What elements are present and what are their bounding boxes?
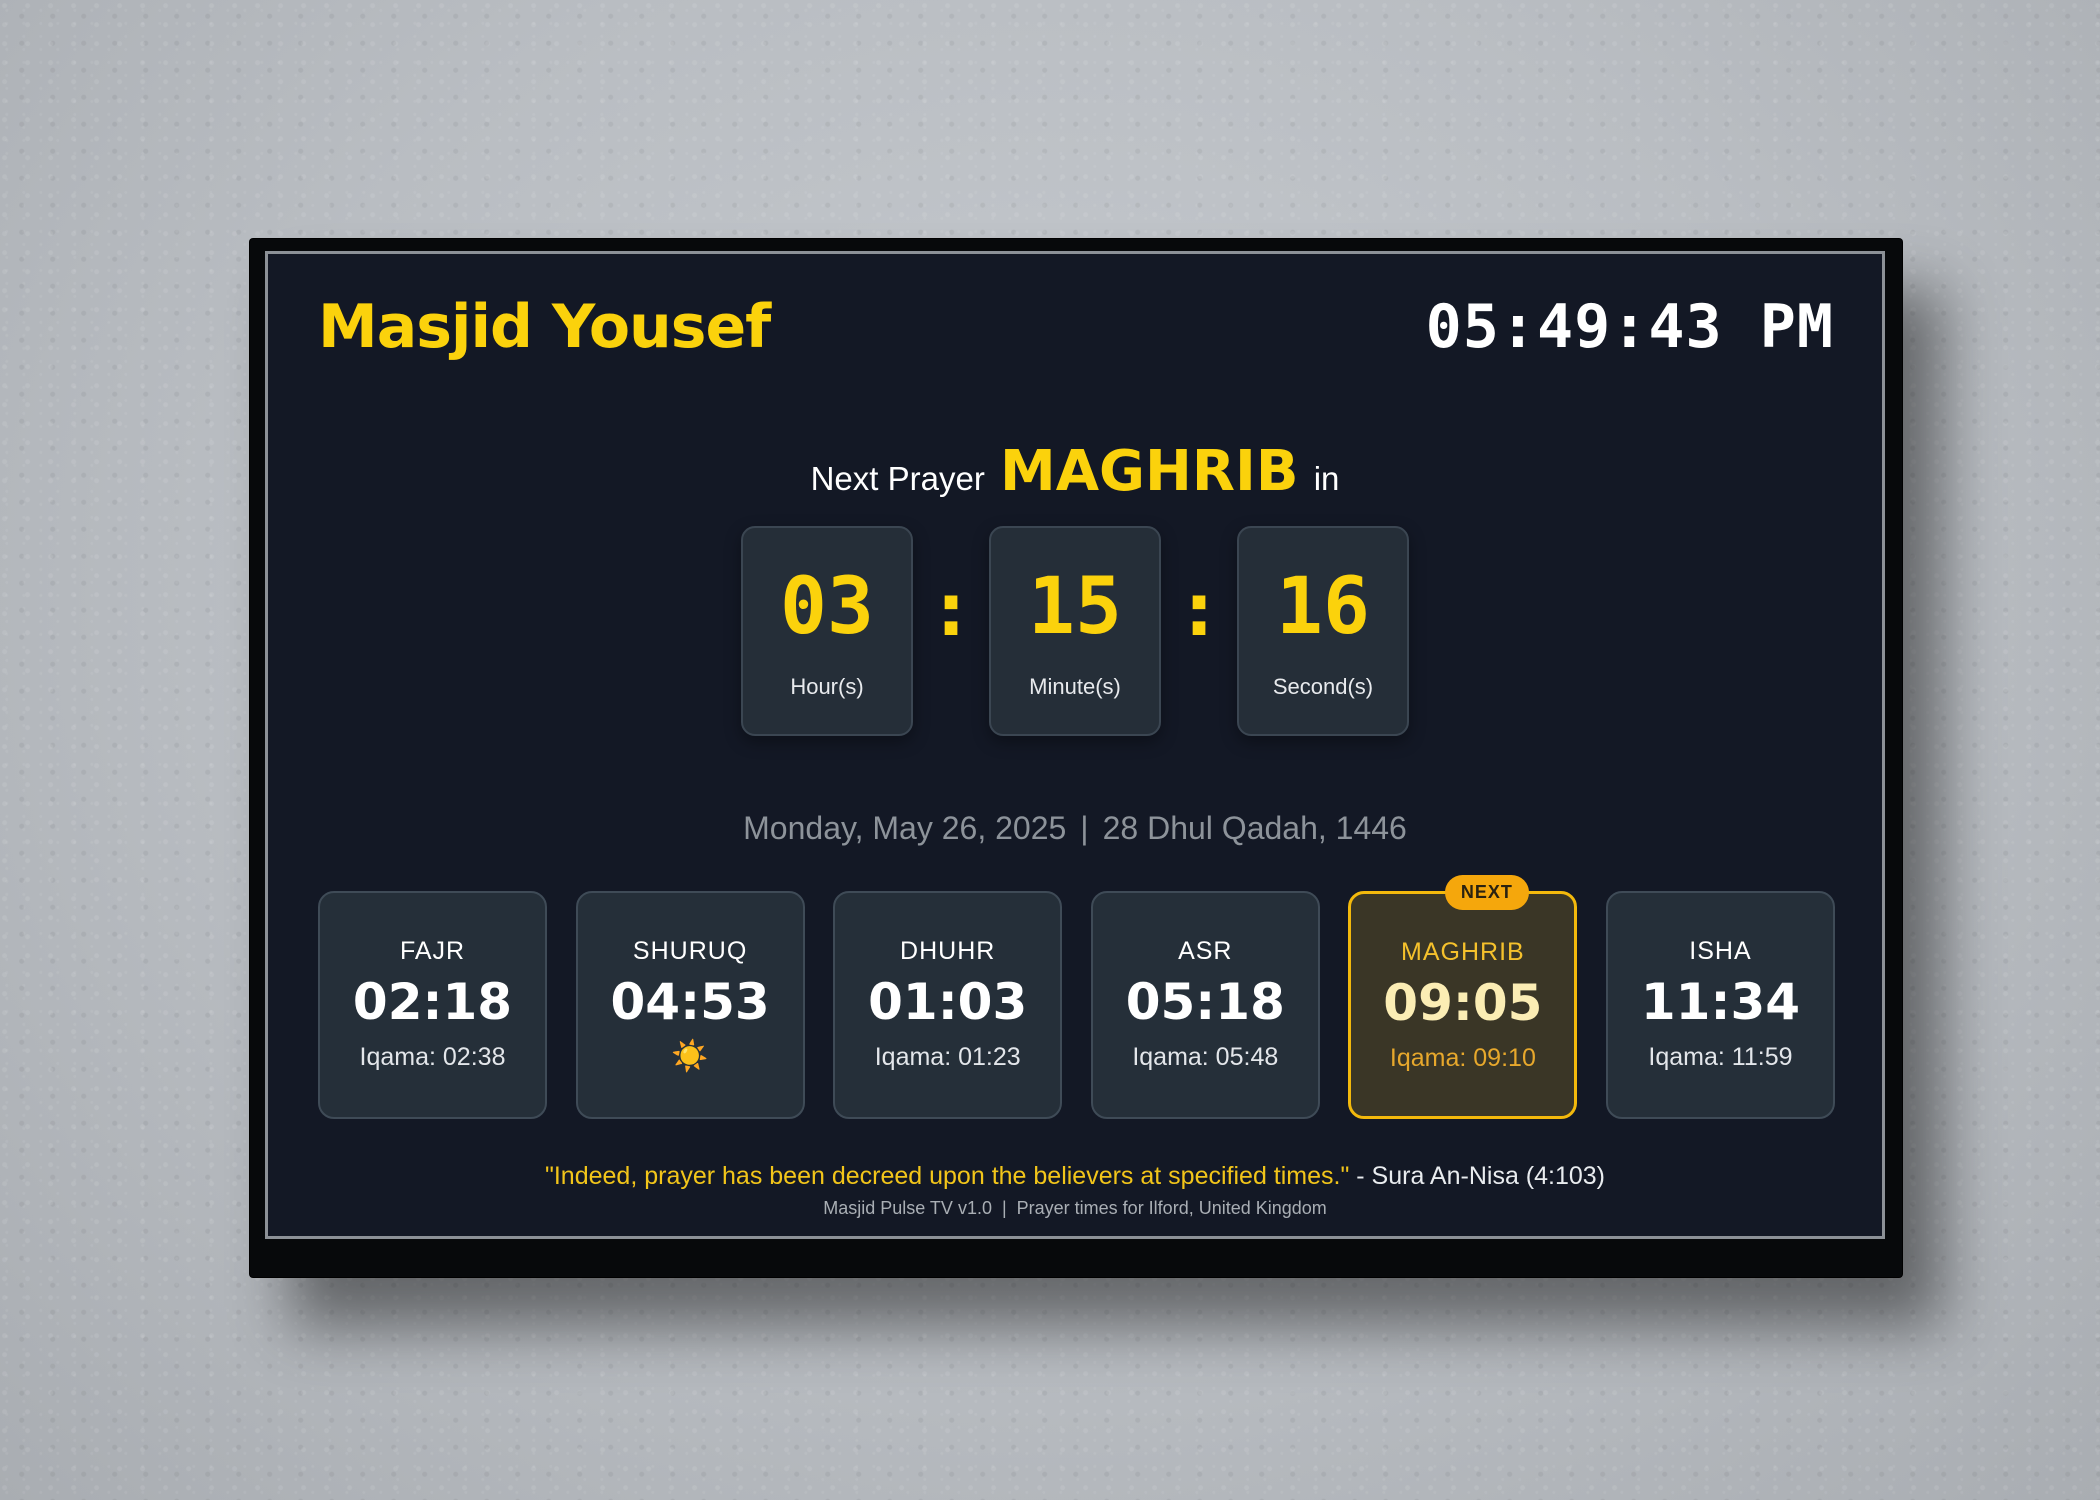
countdown-seconds-box: 16 Second(s) <box>1237 526 1409 736</box>
prayer-time: 09:05 <box>1383 974 1543 1032</box>
prayer-name: FAJR <box>399 937 466 965</box>
next-prayer-prefix: Next Prayer <box>810 460 985 497</box>
iqama-time: Iqama: 05:48 <box>1132 1042 1279 1071</box>
next-prayer-name: MAGHRIB <box>999 439 1299 504</box>
location-text: Prayer times for Ilford, United Kingdom <box>1016 1198 1327 1218</box>
mosque-name: Masjid Yousef <box>318 292 771 362</box>
iqama-time: Iqama: 11:59 <box>1648 1042 1793 1071</box>
prayer-card-fajr: FAJR 02:18 Iqama: 02:38 <box>318 891 547 1119</box>
prayer-name: DHUHR <box>900 937 996 965</box>
countdown-hours-label: Hour(s) <box>790 674 864 699</box>
countdown-seconds-label: Second(s) <box>1272 674 1374 699</box>
prayer-name: MAGHRIB <box>1401 938 1525 966</box>
quran-quote: "Indeed, prayer has been decreed upon th… <box>268 1162 1882 1191</box>
prayer-card-maghrib: NEXT MAGHRIB 09:05 Iqama: 09:10 <box>1348 875 1578 1119</box>
countdown-separator: : <box>1184 568 1214 652</box>
prayer-time: 01:03 <box>868 973 1028 1031</box>
prayer-card-asr: ASR 05:18 Iqama: 05:48 <box>1090 891 1320 1119</box>
prayer-times-row: FAJR 02:18 Iqama: 02:38 SHURUQ 04:53 ☀️ … <box>318 875 1835 1119</box>
prayer-name: ISHA <box>1689 937 1752 965</box>
date-separator: | <box>1080 810 1089 846</box>
next-prayer-heading: Next Prayer MAGHRIB in <box>268 439 1882 504</box>
hijri-date: 28 Dhul Qadah, 1446 <box>1102 810 1407 846</box>
countdown-hours-box: 03 Hour(s) <box>741 526 913 736</box>
prayer-card-dhuhr: DHUHR 01:03 Iqama: 01:23 <box>833 891 1063 1119</box>
iqama-time: Iqama: 09:10 <box>1389 1043 1536 1072</box>
gregorian-date: Monday, May 26, 2025 <box>743 810 1067 846</box>
prayer-card-isha: ISHA 11:34 Iqama: 11:59 <box>1605 891 1835 1119</box>
countdown-seconds: 16 <box>1276 562 1370 652</box>
footer: Masjid Pulse TV v1.0 | Prayer times for Il… <box>268 1198 1882 1219</box>
countdown-minutes-box: 15 Minute(s) <box>989 526 1161 736</box>
countdown-timer: 03 Hour(s) : 15 Minute(s) : 16 Second(s) <box>268 526 1882 736</box>
prayer-name: SHURUQ <box>632 937 748 965</box>
prayer-time: 11:34 <box>1640 973 1801 1031</box>
next-prayer-suffix: in <box>1313 460 1340 497</box>
countdown-separator: : <box>936 568 966 652</box>
countdown-hours: 03 <box>780 562 874 652</box>
prayer-card-shuruq: SHURUQ 04:53 ☀️ <box>575 891 805 1119</box>
current-time-clock: 05:49:43 PM <box>1425 292 1834 362</box>
quote-source: - Sura An-Nisa (4:103) <box>1349 1162 1606 1190</box>
app-version: Masjid Pulse TV v1.0 <box>823 1198 992 1218</box>
sun-icon: ☀️ <box>671 1039 709 1073</box>
date-line: Monday, May 26, 2025 | 28 Dhul Qadah, 1446 <box>268 810 1882 847</box>
prayer-time: 04:53 <box>610 973 770 1031</box>
footer-separator: | <box>1001 1198 1007 1218</box>
quote-text: "Indeed, prayer has been decreed upon th… <box>544 1162 1350 1190</box>
prayer-time: 02:18 <box>352 973 513 1031</box>
prayer-name: ASR <box>1178 937 1233 965</box>
countdown-minutes: 15 <box>1028 562 1122 652</box>
tv-frame: Masjid Yousef 05:49:43 PM Next Prayer MA… <box>250 239 1902 1277</box>
tv-screen: Masjid Yousef 05:49:43 PM Next Prayer MA… <box>265 251 1885 1239</box>
iqama-time: Iqama: 01:23 <box>874 1042 1021 1071</box>
iqama-time: Iqama: 02:38 <box>359 1042 506 1071</box>
countdown-minutes-label: Minute(s) <box>1029 674 1121 699</box>
prayer-time: 05:18 <box>1125 973 1285 1031</box>
next-badge: NEXT <box>1444 875 1529 910</box>
